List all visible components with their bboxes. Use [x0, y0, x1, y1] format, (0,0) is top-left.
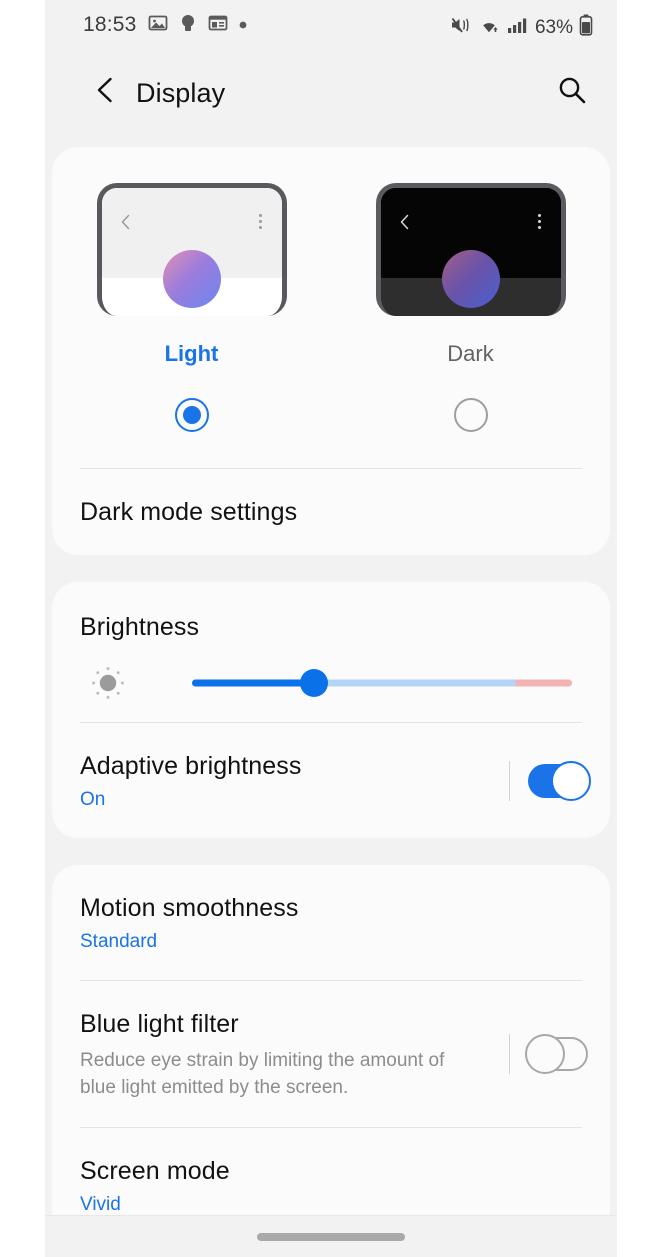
brightness-label: Brightness [80, 613, 200, 641]
status-bar-clock: 18:53 [83, 13, 137, 36]
preview-gradient-orb [162, 250, 221, 308]
dark-mode-settings-item[interactable]: Dark mode settings [52, 469, 610, 555]
light-theme-label: Light [164, 341, 219, 366]
brightness-slider-row [80, 644, 582, 722]
status-bar-left: 18:53 [83, 12, 247, 38]
phone-screen: 18:53 63% Display Light Dark Dark mode s… [45, 0, 617, 1257]
motion-smoothness-label: Motion smoothness [80, 894, 299, 922]
image-icon [148, 13, 168, 38]
status-bar-right: 63% [450, 14, 593, 41]
gesture-handle[interactable] [257, 1232, 405, 1241]
navigation-bar [45, 1215, 617, 1257]
slider-filled-track [192, 679, 314, 687]
search-icon [556, 74, 588, 111]
motion-smoothness-item[interactable]: Motion smoothness Standard [52, 865, 610, 980]
toggle-divider [509, 760, 510, 801]
screen-mode-label: Screen mode [80, 1157, 230, 1185]
dark-theme-preview [375, 183, 566, 316]
signal-bars-icon [507, 15, 529, 40]
preview-chevron-left-icon [120, 214, 131, 235]
slider-extra-brightness-zone [515, 679, 572, 687]
brightness-sun-icon [88, 663, 128, 703]
theme-chooser: Light Dark [52, 147, 610, 436]
brightness-slider[interactable] [192, 669, 572, 697]
preview-chevron-left-icon [399, 214, 410, 235]
dark-theme-radio[interactable] [453, 398, 488, 432]
search-button[interactable] [549, 69, 595, 115]
chevron-left-icon [91, 75, 121, 110]
adaptive-brightness-item[interactable]: Adaptive brightness On [52, 723, 610, 838]
dark-theme-label: Dark [447, 341, 494, 366]
battery-icon [579, 14, 593, 41]
adaptive-brightness-toggle[interactable] [528, 760, 591, 801]
adaptive-brightness-value: On [80, 789, 106, 810]
brightness-header: Brightness [52, 582, 610, 644]
adaptive-brightness-label: Adaptive brightness [80, 752, 302, 780]
preview-more-vertical-icon [258, 214, 262, 229]
slider-thumb[interactable] [299, 669, 328, 697]
display-options-card: Motion smoothness Standard Blue light fi… [52, 865, 610, 1243]
blue-light-filter-label: Blue light filter [80, 1010, 239, 1038]
theme-option-light[interactable]: Light [52, 183, 331, 432]
preview-more-vertical-icon [537, 214, 541, 229]
blue-light-filter-description: Reduce eye strain by limiting the amount… [80, 1050, 445, 1098]
page-title: Display [136, 78, 226, 108]
theme-card: Light Dark Dark mode settings [52, 147, 610, 555]
motion-smoothness-value: Standard [80, 931, 158, 952]
dark-mode-settings-label: Dark mode settings [80, 498, 298, 526]
wifi-icon [478, 15, 501, 40]
lightbulb-icon [179, 13, 197, 38]
back-button[interactable] [83, 69, 129, 115]
status-bar: 18:53 63% [45, 0, 617, 52]
app-header: Display [45, 52, 617, 130]
battery-percent-label: 63% [534, 16, 573, 38]
toggle-divider [509, 1034, 510, 1074]
blue-light-filter-toggle[interactable] [525, 1034, 588, 1074]
light-theme-radio[interactable] [174, 398, 209, 432]
brightness-card: Brightness Adaptive brightness On [52, 582, 610, 838]
mute-vibrate-icon [450, 15, 472, 40]
blue-light-filter-item[interactable]: Blue light filter Reduce eye strain by l… [52, 981, 610, 1127]
theme-option-dark[interactable]: Dark [331, 183, 610, 432]
calendar-widget-icon [208, 13, 228, 38]
preview-gradient-orb [441, 250, 500, 308]
light-theme-preview [96, 183, 287, 316]
dot-icon [239, 16, 247, 34]
screen-mode-value: Vivid [80, 1194, 121, 1215]
